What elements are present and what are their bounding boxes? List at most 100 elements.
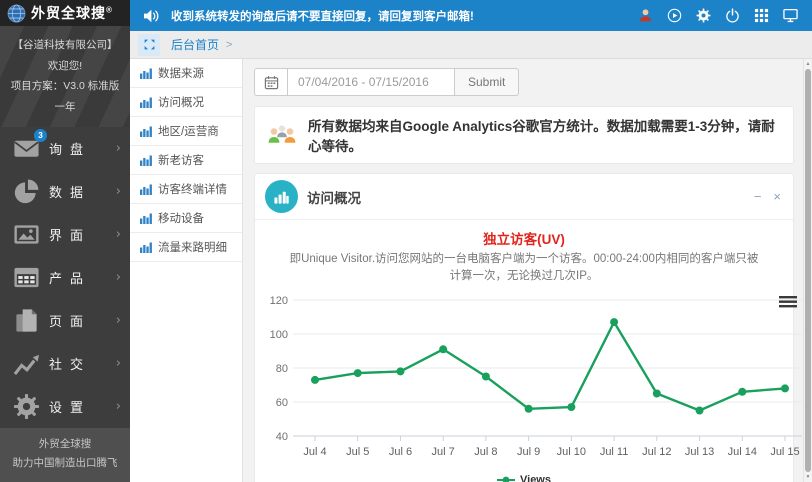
sidebar-item-interface[interactable]: 界面 › [0, 213, 130, 256]
submenu-item-region-carrier[interactable]: 地区/运营商 [130, 117, 242, 146]
svg-text:40: 40 [276, 431, 288, 443]
chart-description: 即Unique Visitor.访问您网站的一台电脑客户端为一个访客。00:00… [289, 253, 759, 282]
scrollbar-up-arrow[interactable]: ▲ [804, 60, 812, 68]
submenu-item-traffic-source-detail[interactable]: 流量来路明细 [130, 233, 242, 262]
welcome-block: 【谷道科技有限公司】欢迎您! 项目方案：V3.0 标准版 一年 [0, 26, 130, 128]
calendar-addon[interactable] [254, 68, 287, 96]
gear-icon[interactable] [696, 8, 711, 23]
chevron-right-icon: › [115, 141, 121, 157]
submenu-item-new-returning-visitors[interactable]: 新老访客 [130, 146, 242, 175]
svg-text:Jul 6: Jul 6 [389, 446, 412, 458]
submenu: 数据来源访问概况地区/运营商新老访客访客终端详情移动设备 流量来路明细 [130, 59, 243, 482]
pie-chart-icon [13, 178, 40, 205]
grid-icon[interactable] [754, 8, 769, 23]
submenu-item-label: 数据来源 [158, 68, 204, 80]
svg-text:Jul 10: Jul 10 [557, 446, 586, 458]
monitor-icon[interactable] [783, 8, 798, 23]
line-chart[interactable]: 40 60 80 100 120 Jul 4 Jul 5 Jul 6 Jul 7 Jul 8 Jul… [257, 286, 805, 473]
speaker-icon [143, 9, 160, 23]
sidebar-item-label: 界面 [49, 228, 92, 244]
submenu-item-visitor-terminal-detail[interactable]: 访客终端详情 [130, 175, 242, 204]
submenu-item-data-source[interactable]: 数据来源 [130, 59, 242, 88]
user-avatar[interactable] [638, 8, 653, 23]
panel-body: 独立访客(UV) 即Unique Visitor.访问您网站的一台电脑客户端为一… [255, 220, 802, 482]
svg-text:Jul 12: Jul 12 [642, 446, 671, 458]
submit-button[interactable]: Submit [455, 68, 520, 96]
announcement-text: 收到系统转发的询盘后请不要直接回复，请回复到客户邮箱! [171, 10, 474, 23]
topbar-icons [638, 8, 798, 23]
sidebar-item-products[interactable]: 产品 › [0, 256, 130, 299]
bar-chart-icon [140, 212, 152, 224]
vertical-scrollbar[interactable]: ▲ ▼ [803, 59, 812, 482]
close-icon[interactable]: × [773, 190, 781, 203]
globe-icon [7, 4, 26, 23]
chevron-right-icon: › [115, 356, 121, 372]
welcome-plan: 项目方案：V3.0 标准版 一年 [10, 80, 120, 113]
notice-card: 所有数据均来自Google Analytics谷歌官方统计。数据加载需要1-3分… [254, 106, 794, 164]
bar-chart-icon [140, 67, 152, 79]
chevron-right-icon: › [115, 227, 121, 243]
submenu-item-label: 地区/运营商 [158, 126, 219, 138]
bar-chart-icon [140, 183, 152, 195]
notification-badge: 3 [34, 129, 47, 143]
notice-text: 所有数据均来自Google Analytics谷歌官方统计。数据加载需要1-3分… [308, 119, 775, 154]
breadcrumb-separator: > [226, 38, 233, 51]
panel-title: 访问概况 [307, 190, 361, 206]
svg-text:Jul 8: Jul 8 [474, 446, 497, 458]
sidebar-item-inquiries[interactable]: 3 询盘 › [0, 127, 130, 170]
main-content: Submit 所有数据均来自Google Analytics谷歌官方统计。数据加… [243, 59, 803, 482]
fullscreen-toggle-button[interactable] [138, 33, 160, 56]
svg-text:Jul 15: Jul 15 [770, 446, 799, 458]
sidebar-item-label: 数据 [49, 185, 92, 201]
trend-chart-icon [13, 350, 40, 377]
scrollbar-down-arrow[interactable]: ▼ [804, 473, 812, 481]
breadcrumb-bar: 后台首页 > [130, 31, 812, 59]
svg-text:Jul 11: Jul 11 [600, 446, 629, 458]
svg-text:Jul 4: Jul 4 [303, 446, 326, 458]
play-circle-icon[interactable] [667, 8, 682, 23]
date-range-input[interactable] [287, 68, 455, 96]
power-icon[interactable] [725, 8, 740, 23]
bar-chart-icon [140, 241, 152, 253]
panel-header: 访问概况 − × [255, 174, 793, 220]
bar-chart-icon [140, 154, 152, 166]
legend-label[interactable]: Views [520, 474, 551, 482]
topbar: 收到系统转发的询盘后请不要直接回复，请回复到客户邮箱! [130, 0, 812, 31]
image-icon [13, 221, 40, 248]
submenu-item-visit-overview[interactable]: 访问概况 [130, 88, 242, 117]
sidebar-item-label: 设置 [49, 400, 92, 416]
sidebar-item-pages[interactable]: 页面 › [0, 299, 130, 342]
submenu-item-mobile-devices[interactable]: 移动设备 [130, 204, 242, 233]
minimize-icon[interactable]: − [754, 190, 762, 203]
svg-text:Jul 5: Jul 5 [346, 446, 369, 458]
chart-subtitle: 独立访客(UV) [483, 232, 565, 247]
pages-icon [13, 307, 40, 334]
submenu-item-label: 访问概况 [158, 97, 204, 109]
chart-legend[interactable]: Views [257, 473, 791, 482]
scrollbar-thumb[interactable] [805, 69, 811, 472]
registered-mark: ® [106, 5, 113, 15]
submenu-item-label: 访客终端详情 [158, 184, 227, 196]
legend-marker-icon [497, 476, 515, 482]
svg-text:Jul 9: Jul 9 [517, 446, 540, 458]
sidebar-footer: 外贸全球搜 助力中国制造出口腾飞 [0, 428, 130, 482]
envelope-icon: 3 [13, 129, 47, 162]
bar-chart-icon [140, 125, 152, 137]
app-window: 外贸全球搜® 【谷道科技有限公司】欢迎您! 项目方案：V3.0 标准版 一年 3… [0, 0, 812, 482]
chevron-right-icon: › [115, 313, 121, 329]
sidebar-item-label: 产品 [49, 271, 92, 287]
main-column: 收到系统转发的询盘后请不要直接回复，请回复到客户邮箱! 后台首页 > 数据来源访… [130, 0, 812, 482]
svg-text:Jul 7: Jul 7 [432, 446, 455, 458]
sidebar-item-social[interactable]: 社交 › [0, 342, 130, 385]
people-group-icon [267, 124, 297, 146]
date-filter-group: Submit [254, 68, 794, 96]
brand-name: 外贸全球搜® [31, 5, 113, 22]
breadcrumb-home-link[interactable]: 后台首页 [171, 36, 219, 53]
sidebar-item-settings[interactable]: 设置 › [0, 385, 130, 428]
svg-text:100: 100 [270, 329, 288, 341]
sidebar-item-data[interactable]: 数据 › [0, 170, 130, 213]
svg-text:Jul 14: Jul 14 [728, 446, 757, 458]
sidebar: 外贸全球搜® 【谷道科技有限公司】欢迎您! 项目方案：V3.0 标准版 一年 3… [0, 0, 130, 482]
content-row: 数据来源访问概况地区/运营商新老访客访客终端详情移动设备流量来路明细 Submi… [130, 59, 812, 482]
sidebar-item-label: 社交 [49, 357, 92, 373]
